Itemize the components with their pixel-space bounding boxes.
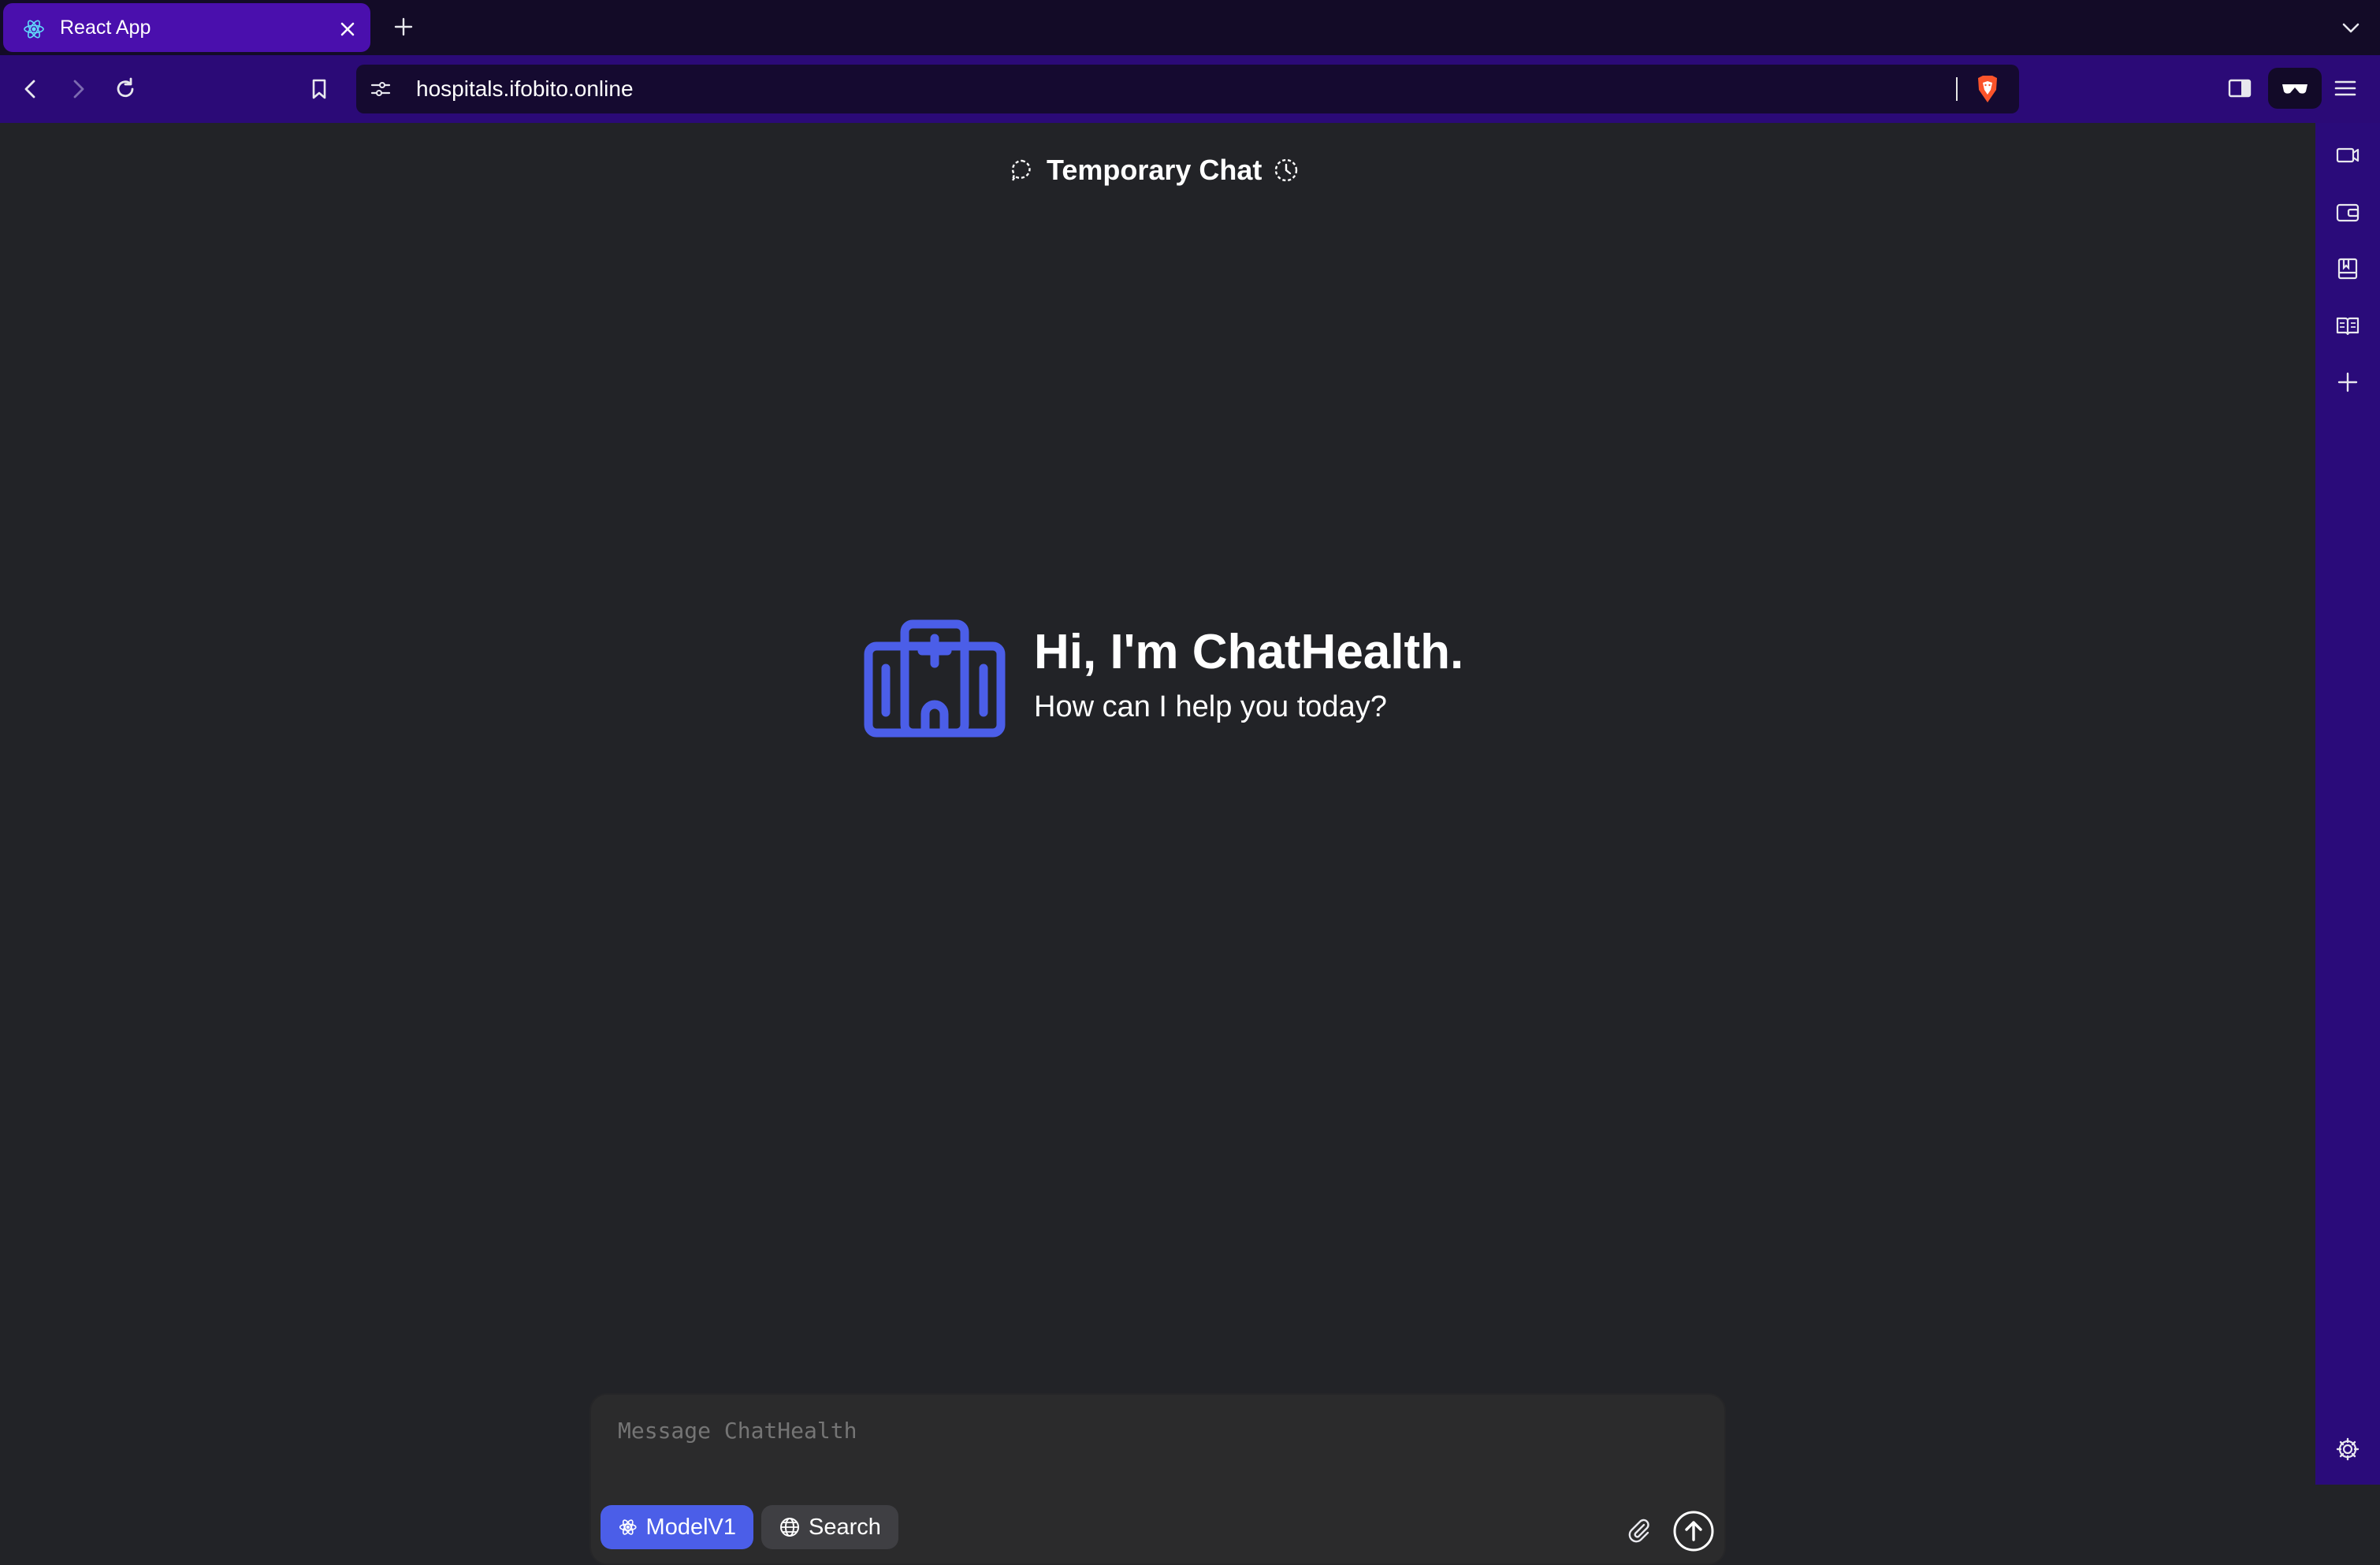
model-label: ModelV1 — [645, 1514, 736, 1540]
chevron-down-icon[interactable] — [2339, 16, 2363, 39]
message-input[interactable] — [616, 1417, 1644, 1444]
plus-icon[interactable] — [391, 14, 416, 39]
camera-icon[interactable] — [2334, 142, 2361, 169]
bookmarks-icon[interactable] — [2334, 255, 2361, 282]
brave-shield-icon[interactable] — [1975, 74, 2000, 104]
leo-button[interactable] — [2268, 68, 2322, 109]
paperclip-icon[interactable] — [1625, 1516, 1653, 1545]
message-composer: ModelV1 Search — [589, 1393, 1726, 1565]
hero-title: Hi, I'm ChatHealth. — [1034, 625, 1464, 679]
history-icon[interactable] — [1273, 157, 1300, 184]
reload-icon[interactable] — [110, 74, 140, 104]
model-icon — [619, 1519, 637, 1535]
sidebar-toggle-icon[interactable] — [2226, 74, 2254, 102]
url-divider — [1956, 77, 1958, 101]
search-toggle-button[interactable]: Search — [761, 1505, 898, 1549]
menu-icon[interactable] — [2331, 74, 2360, 102]
url-text[interactable]: hospitals.ifobito.online — [416, 76, 634, 102]
globe-icon — [780, 1518, 799, 1537]
settings-icon[interactable] — [2334, 1436, 2361, 1463]
tab-title: React App — [60, 17, 151, 39]
wallet-icon[interactable] — [2334, 199, 2361, 225]
browser-sidebar — [2315, 123, 2380, 1485]
hero-subtitle: How can I help you today? — [1034, 690, 1387, 723]
page-content: Temporary Chat Hi, I'm ChatHealth. How c… — [0, 123, 2315, 1565]
tab-react-app[interactable]: React App — [3, 3, 370, 52]
search-label: Search — [809, 1514, 881, 1540]
send-icon[interactable] — [1672, 1510, 1715, 1552]
hospital-logo-icon — [864, 619, 1006, 738]
model-selector-button[interactable]: ModelV1 — [601, 1505, 753, 1549]
address-bar[interactable]: hospitals.ifobito.online — [356, 65, 2019, 113]
temporary-chat-header: Temporary Chat — [1009, 151, 1300, 189]
leo-icon — [2282, 84, 2307, 94]
page-title: Temporary Chat — [1047, 154, 1263, 186]
bookmark-icon[interactable] — [304, 74, 334, 104]
react-icon — [24, 20, 44, 39]
navigation-toolbar: hospitals.ifobito.online — [0, 55, 2380, 123]
reading-list-icon[interactable] — [2334, 312, 2361, 339]
forward-icon[interactable] — [63, 74, 93, 104]
tab-strip: React App — [0, 0, 2380, 55]
site-info-icon[interactable] — [369, 77, 392, 101]
add-icon[interactable] — [2334, 369, 2361, 396]
chat-bubble-icon — [1011, 159, 1031, 181]
welcome-hero: Hi, I'm ChatHealth. How can I help you t… — [864, 619, 1494, 745]
back-icon[interactable] — [16, 74, 46, 104]
close-icon[interactable] — [337, 19, 358, 39]
